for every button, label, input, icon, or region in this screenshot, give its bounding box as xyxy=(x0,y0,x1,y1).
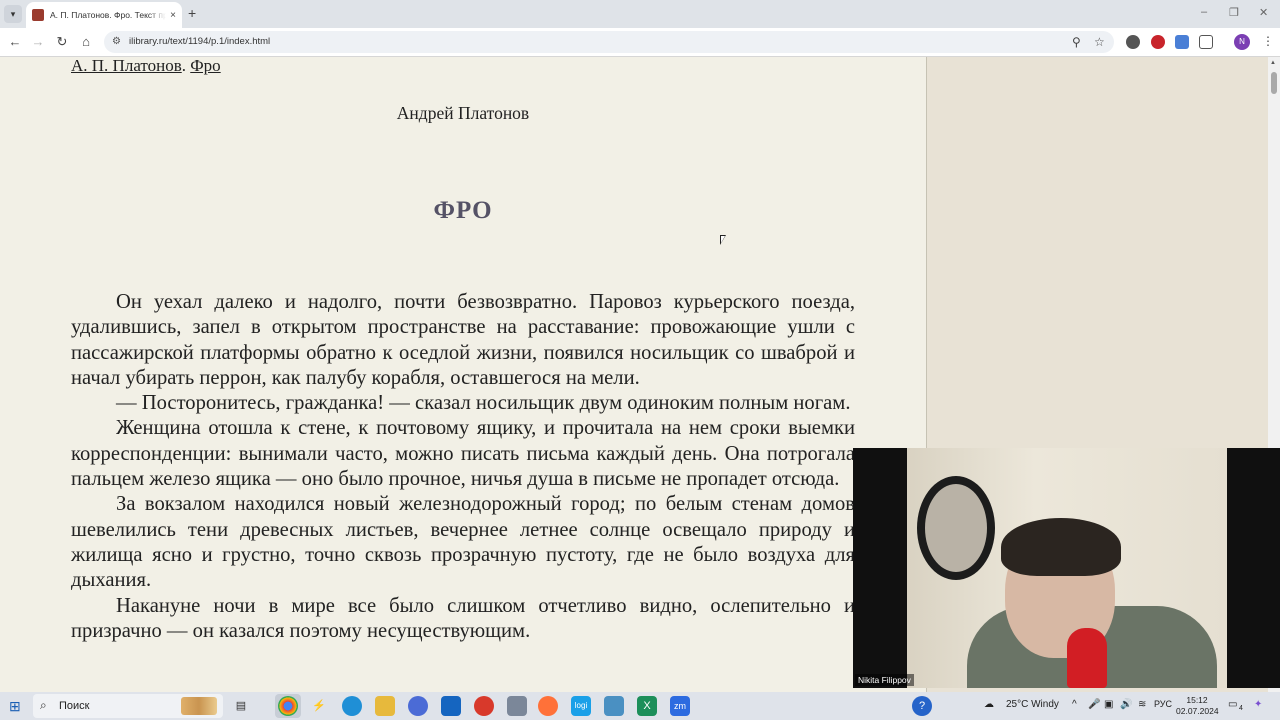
close-window-button[interactable]: ✕ xyxy=(1259,6,1268,19)
edge-icon[interactable] xyxy=(342,696,362,716)
gray-app-icon[interactable] xyxy=(507,696,527,716)
paragraph: Женщина отошла к стене, к почтовому ящик… xyxy=(71,417,855,491)
tab-strip: ▾ А. П. Платонов. Фро. Текст пр × + – ❐ … xyxy=(0,0,1280,28)
mouse-cursor-icon xyxy=(720,235,726,245)
mirror xyxy=(917,476,995,580)
webcam-video xyxy=(907,448,1227,688)
clock-date: 02.07.2024 xyxy=(1176,706,1219,716)
browser-toolbar: ← → ↻ ⌂ ⚙ ilibrary.ru/text/1194/p.1/inde… xyxy=(0,28,1280,57)
paragraph: Накануне ночи в мире все было слишком от… xyxy=(71,594,855,642)
reload-icon[interactable]: ↻ xyxy=(54,34,70,50)
taskbar-search[interactable]: ⌕ Поиск xyxy=(33,694,223,718)
scroll-up-icon[interactable]: ▲ xyxy=(1270,60,1276,66)
media-app-icon[interactable] xyxy=(408,696,428,716)
notifications-count: 4 xyxy=(1239,705,1243,712)
search-highlight-image xyxy=(181,697,217,715)
excel-icon[interactable]: X xyxy=(637,696,657,716)
breadcrumb: А. П. Платонов. Фро xyxy=(71,57,221,76)
search-label: Поиск xyxy=(59,700,90,712)
back-arrow-icon[interactable]: ← xyxy=(7,34,23,49)
paragraph: — Посторонитесь, гражданка! — сказал нос… xyxy=(116,392,851,415)
tab-close-icon[interactable]: × xyxy=(170,10,176,21)
mail-icon[interactable] xyxy=(441,696,461,716)
red-app-icon[interactable] xyxy=(474,696,494,716)
person-hair xyxy=(1001,518,1121,576)
work-link[interactable]: Фро xyxy=(190,57,220,75)
scrollbar-thumb[interactable] xyxy=(1271,72,1277,94)
tab-search-icon[interactable]: ▾ xyxy=(4,5,22,23)
webcam-name-label: Nikita Filippov xyxy=(855,674,914,686)
text-column: А. П. Платонов. Фро Андрей Платонов ФРО … xyxy=(0,57,926,692)
restore-button[interactable]: ❐ xyxy=(1229,6,1239,19)
minimize-button[interactable]: – xyxy=(1201,6,1207,18)
task-view-icon[interactable]: ▤ xyxy=(231,696,251,716)
browser-tab-active[interactable]: А. П. Платонов. Фро. Текст пр × xyxy=(26,2,182,28)
windows-taskbar: ⊞ ⌕ Поиск ▤ ⚡ logi X zm ? ☁ 25°C Windy ^… xyxy=(0,692,1280,720)
clock-time: 15:12 xyxy=(1186,695,1208,705)
zoom-icon[interactable]: ⚲ xyxy=(1072,35,1081,49)
notifications-icon[interactable]: ▭ xyxy=(1228,699,1237,710)
page-title: ФРО xyxy=(433,197,493,224)
breadcrumb-separator: . xyxy=(181,57,191,75)
extensions-puzzle-icon[interactable] xyxy=(1199,35,1213,49)
chrome-icon[interactable] xyxy=(278,696,298,716)
pen-app-icon[interactable]: ⚡ xyxy=(309,696,329,716)
webcam-overlay: Nikita Filippov xyxy=(853,448,1280,688)
adblock-extension-icon[interactable] xyxy=(1151,35,1165,49)
notes-app-icon[interactable] xyxy=(604,696,624,716)
extension-icon[interactable] xyxy=(1126,35,1140,49)
network-icon[interactable]: ≋ xyxy=(1138,699,1146,710)
volume-icon[interactable]: 🔊 xyxy=(1120,699,1132,710)
site-info-icon[interactable]: ⚙ xyxy=(112,36,121,47)
file-explorer-icon[interactable] xyxy=(375,696,395,716)
blue-app-icon[interactable]: logi xyxy=(571,696,591,716)
copilot-icon[interactable]: ✦ xyxy=(1254,699,1262,710)
home-icon[interactable]: ⌂ xyxy=(78,34,94,49)
forward-arrow-icon[interactable]: → xyxy=(30,34,46,49)
author-link[interactable]: А. П. Платонов xyxy=(71,57,182,75)
firefox-icon[interactable] xyxy=(538,696,558,716)
translate-extension-icon[interactable] xyxy=(1175,35,1189,49)
help-icon[interactable]: ? xyxy=(912,696,932,716)
new-tab-button[interactable]: + xyxy=(188,5,196,21)
zoom-app-icon[interactable]: zm xyxy=(670,696,690,716)
clock[interactable]: 15:12 02.07.2024 xyxy=(1176,695,1219,717)
browser-menu-icon[interactable]: ⋮ xyxy=(1262,34,1274,48)
profile-avatar[interactable]: N xyxy=(1234,34,1250,50)
site-favicon-icon xyxy=(32,9,44,21)
microphone xyxy=(1067,628,1107,688)
story-text: Он уехал далеко и надолго, почти безвозв… xyxy=(71,290,855,644)
paragraph: За вокзалом находился новый железнодорож… xyxy=(71,493,855,592)
language-indicator[interactable]: РУС xyxy=(1154,699,1172,709)
url-text[interactable]: ilibrary.ru/text/1194/p.1/index.html xyxy=(129,36,270,47)
paragraph: Он уехал далеко и надолго, почти безвозв… xyxy=(71,291,855,389)
tab-title: А. П. Платонов. Фро. Текст пр xyxy=(50,10,167,20)
weather-text[interactable]: 25°C Windy xyxy=(1006,699,1059,710)
microphone-tray-icon[interactable]: 🎤 xyxy=(1088,699,1100,710)
author-name: Андрей Платонов xyxy=(396,103,530,123)
bookmark-star-icon[interactable]: ☆ xyxy=(1094,35,1105,49)
tray-expand-icon[interactable]: ^ xyxy=(1072,699,1077,710)
address-bar[interactable]: ⚙ ilibrary.ru/text/1194/p.1/index.html ⚲… xyxy=(104,31,1114,53)
display-tray-icon[interactable]: ▣ xyxy=(1104,699,1113,710)
search-icon: ⌕ xyxy=(40,698,47,712)
windows-start-icon[interactable]: ⊞ xyxy=(9,698,21,715)
weather-icon[interactable]: ☁ xyxy=(984,699,994,710)
